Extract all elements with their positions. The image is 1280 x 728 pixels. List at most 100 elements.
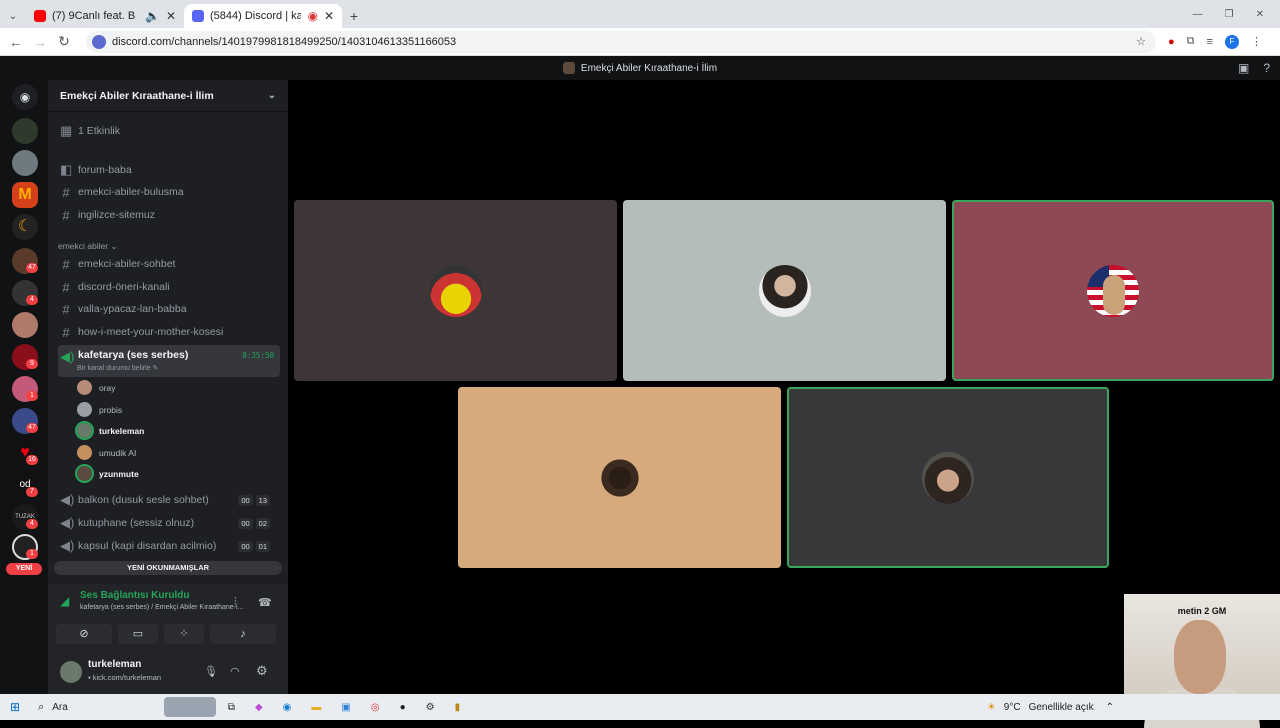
server-header[interactable]: Emekçi Abiler Kıraathane-i İlim ⌄ (48, 80, 288, 112)
avatar[interactable] (60, 661, 82, 683)
noise-suppression-icon[interactable]: ⫶ (234, 596, 237, 609)
server-icon[interactable]: ☾ (12, 214, 38, 240)
participant-tile[interactable] (952, 200, 1274, 381)
channel-discord-oneri-kanali[interactable]: # discord-öneri-kanali (58, 277, 280, 297)
taskbar-search-input[interactable]: Ara (52, 702, 68, 713)
channel-ingilizce-sitemuz[interactable]: # ingilizce-sitemuz (58, 205, 280, 225)
chrome-icon[interactable]: ◎ (371, 702, 380, 713)
site-info-icon[interactable] (92, 34, 106, 49)
browser-tab-youtube[interactable]: (7) 9Canlı feat. B Masta & M... 🔈 ✕ (26, 4, 184, 28)
media-controls-icon[interactable]: ≡ (1207, 36, 1213, 48)
voice-status-subtitle[interactable]: kafetarya (ses serbes) / Emekçi Abiler K… (80, 604, 243, 611)
speaker-icon: ◀) (60, 492, 75, 507)
close-tab-icon[interactable]: ✕ (166, 9, 176, 23)
search-icon[interactable]: ⌕ (38, 701, 44, 714)
voice-user[interactable]: yzunmute (75, 464, 139, 483)
soundboard-button[interactable]: ♪ (210, 624, 276, 644)
edge-icon[interactable]: ◉ (283, 702, 292, 713)
voice-user[interactable]: probis (77, 402, 122, 417)
voice-channel-kutuphane[interactable]: ◀) kutuphane (sessiz olnuz) 00 02 (58, 513, 280, 533)
youtube-favicon-icon (34, 10, 46, 22)
disconnect-icon[interactable]: ☎ (258, 596, 272, 609)
count-limit: 02 (255, 517, 270, 529)
events-label: 1 Etkinlik (78, 125, 121, 137)
weather-temp[interactable]: 9°C (1004, 702, 1021, 713)
copilot-icon[interactable]: ◆ (255, 702, 263, 713)
server-icon[interactable] (12, 150, 38, 176)
participant-tile[interactable] (458, 387, 781, 568)
new-unreads-button[interactable]: YENİ OKUNMAMIŞLAR (54, 561, 282, 575)
browser-tab-discord[interactable]: (5844) Discord | kafetarya (ses serbes) … (184, 4, 342, 28)
tab-search-icon[interactable]: ⌄ (0, 11, 26, 22)
voice-channel-balkon[interactable]: ◀) balkon (dusuk sesle sohbet) 00 13 (58, 490, 280, 510)
channel-emekci-abiler-sohbet[interactable]: # emekci-abiler-sohbet (58, 254, 280, 274)
new-tab-button[interactable]: + (342, 8, 366, 24)
file-explorer-icon[interactable]: ▬ (311, 702, 321, 713)
chevron-down-icon: ⌄ (110, 241, 118, 251)
channel-valla-ypacaz-lan-babba[interactable]: # valla-ypacaz-lan-babba (58, 299, 280, 319)
windows-taskbar: ⊞ ⌕ Ara ⧉ ◆ ◉ ▬ ▣ ◎ ● ⚙ ▮ ☀ 9°C Genellik… (0, 694, 1280, 720)
app-icon[interactable]: ● (400, 702, 406, 713)
voice-user-name: probis (99, 404, 123, 415)
help-icon[interactable]: ? (1263, 61, 1270, 75)
voice-channel-kafetarya[interactable]: ◀) kafetarya (ses serbes) 8:35:50 (58, 345, 280, 377)
inbox-icon[interactable]: ▣ (1238, 61, 1249, 75)
close-tab-icon[interactable]: ✕ (324, 9, 334, 23)
unread-badge: 4 (26, 519, 38, 529)
speaker-icon: ◀) (60, 515, 75, 530)
voice-user[interactable]: umudik AI (77, 445, 136, 460)
close-window-icon[interactable]: ✕ (1256, 9, 1264, 20)
screen-share-button[interactable]: ▭ (118, 624, 158, 644)
minimize-icon[interactable]: — (1193, 9, 1203, 20)
server-icon[interactable]: M (12, 182, 38, 208)
camera-off-button[interactable]: ⊘ (56, 624, 112, 644)
discord-home-icon[interactable]: ◉ (12, 84, 38, 110)
restore-icon[interactable]: ❐ (1225, 9, 1234, 20)
profile-avatar-icon[interactable]: F (1224, 34, 1239, 49)
voice-user[interactable]: turkeleman (75, 421, 144, 440)
voice-user-name: oray (99, 382, 116, 393)
voice-status-title[interactable]: Ses Bağlantısı Kuruldu (80, 590, 189, 601)
count-current: 00 (238, 494, 253, 506)
events-item[interactable]: ▦ 1 Etkinlik (58, 121, 280, 141)
store-icon[interactable]: ▣ (341, 702, 350, 713)
address-bar[interactable]: discord.com/channels/1401979981818499250… (86, 30, 1156, 53)
weather-desc[interactable]: Genellikle açık (1029, 702, 1094, 713)
voice-user[interactable]: oray (77, 380, 116, 395)
server-icon[interactable] (12, 312, 38, 338)
extension-opera-icon[interactable]: ● (1168, 36, 1175, 48)
new-unreads-pill[interactable]: YENİ (6, 563, 42, 575)
reload-icon[interactable]: ↻ (52, 33, 76, 50)
channel-name: ingilizce-sitemuz (78, 209, 156, 221)
channel-status-hint[interactable]: Bir kanal durumu belirle ✎ (77, 364, 158, 372)
extensions-icon[interactable]: ⧉ (1187, 35, 1195, 48)
participant-tile[interactable] (787, 387, 1109, 568)
windows-start-icon[interactable]: ⊞ (10, 700, 20, 714)
user-status-text: kick.com/turkeleman (92, 673, 162, 682)
menu-kebab-icon[interactable]: ⋮ (1251, 35, 1262, 48)
forward-icon[interactable]: → (28, 34, 52, 50)
bookmark-star-icon[interactable]: ☆ (1136, 35, 1146, 48)
channel-emekci-abiler-bulusma[interactable]: # emekci-abiler-bulusma (58, 182, 280, 202)
channel-how-i-meet-your-mother-kosesi[interactable]: # how-i-meet-your-mother-kosesi (58, 322, 280, 342)
server-icon[interactable] (12, 118, 38, 144)
settings-icon[interactable]: ⚙ (426, 702, 435, 713)
voice-channel-kapsul[interactable]: ◀) kapsul (kapi disardan acilmio) 00 01 (58, 536, 280, 556)
unread-badge: 16 (26, 455, 38, 465)
task-view-icon[interactable]: ⧉ (228, 702, 235, 713)
microphone-icon[interactable]: 🎙 (204, 665, 218, 678)
settings-gear-icon[interactable]: ⚙ (256, 663, 268, 679)
channel-forum-baba[interactable]: ◧ forum-baba (58, 160, 280, 180)
signal-icon[interactable]: ◢ (60, 594, 69, 608)
game-icon[interactable]: ▮ (455, 702, 461, 713)
url-text: discord.com/channels/1401979981818499250… (112, 35, 457, 48)
category-header[interactable]: emekci abiler ⌄ (58, 241, 118, 252)
headphones-icon[interactable]: ◠ (230, 665, 240, 678)
tray-chevron-icon[interactable]: ⌃ (1106, 702, 1114, 713)
participant-tile[interactable] (623, 200, 946, 381)
activities-button[interactable]: ⁘ (164, 624, 204, 644)
mute-tab-icon[interactable]: 🔈 (145, 9, 160, 23)
back-icon[interactable]: ← (4, 34, 28, 50)
participant-tile[interactable] (294, 200, 617, 381)
screen-share-icon: ▭ (132, 628, 144, 640)
